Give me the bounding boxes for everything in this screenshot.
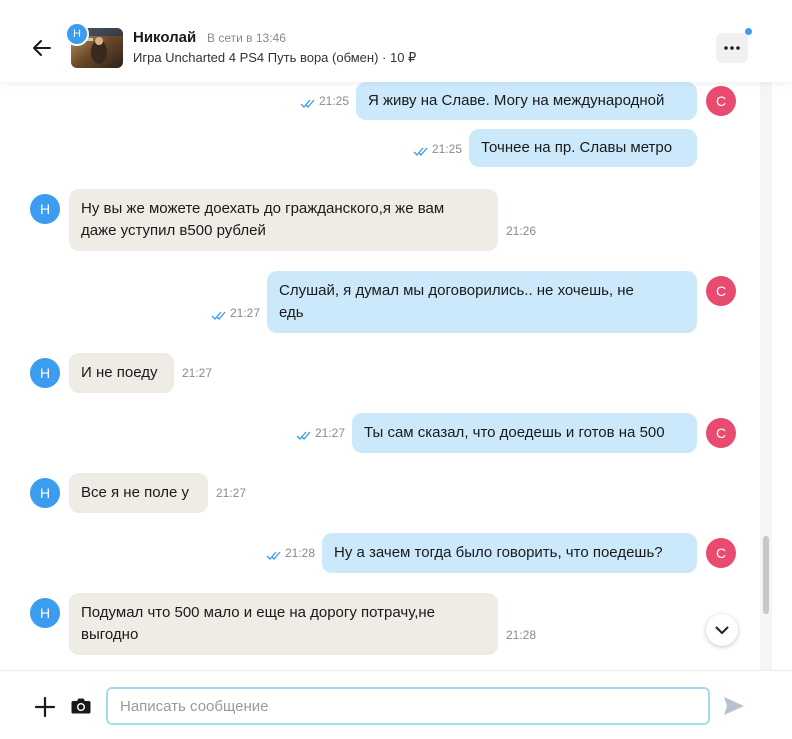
chat-header: Н Николай В сети в 13:46 Игра Uncharted … (0, 0, 792, 82)
message-text: Подумал что 500 мало и еще на дорогу пот… (81, 604, 436, 621)
message-time: 21:25 (432, 142, 463, 156)
message-text: Ты сам сказал, что доедешь и готов на 50… (364, 424, 665, 441)
seller-avatar: Н (65, 22, 89, 46)
message-bubble: Ну вы же можете доехать до гражданского,… (69, 189, 498, 251)
double-check-icon (211, 311, 226, 320)
message-text: Все я не поле у (81, 484, 189, 501)
scrollbar-thumb[interactable] (763, 536, 769, 614)
message-time: 21:27 (182, 366, 213, 380)
scroll-to-bottom-button[interactable] (706, 614, 738, 646)
chevron-down-icon (715, 626, 729, 634)
plus-icon (34, 696, 56, 718)
message-text: Я живу на Славе. Могу на международной (368, 92, 665, 109)
back-button[interactable] (28, 34, 56, 62)
message-bubble: Подумал что 500 мало и еще на дорогу пот… (69, 593, 498, 655)
more-options-button[interactable] (716, 33, 748, 63)
message-list[interactable]: 21:25 Я живу на Славе. Могу на междунаро… (0, 82, 760, 670)
message-time: 21:27 (216, 486, 247, 500)
message-text: Ну вы же можете доехать до гражданского,… (81, 200, 445, 217)
more-dots-icon (724, 46, 740, 50)
double-check-icon (300, 99, 315, 108)
message-bubble: Все я не поле у (69, 473, 208, 513)
message-time: 21:27 (315, 426, 346, 440)
message-text: едь (279, 304, 304, 321)
message-text: даже уступил в500 рублей (81, 222, 266, 239)
avatar: Н (30, 194, 60, 224)
message-bubble: Я живу на Славе. Могу на международной (356, 82, 697, 120)
message-time: 21:27 (230, 306, 261, 320)
avatar: Н (30, 358, 60, 388)
message-time: 21:28 (285, 546, 316, 560)
notification-dot (745, 28, 752, 35)
attach-button[interactable] (34, 696, 56, 718)
avatar: Н (30, 598, 60, 628)
double-check-icon (296, 431, 311, 440)
avatar: С (706, 276, 736, 306)
message-time: 21:26 (506, 224, 537, 238)
message-input[interactable] (106, 687, 710, 725)
double-check-icon (413, 147, 428, 156)
online-status: В сети в 13:46 (207, 31, 286, 45)
message-text: выгодно (81, 626, 139, 643)
message-bubble: И не поеду (69, 353, 174, 393)
arrow-left-icon (33, 40, 51, 56)
camera-button[interactable] (70, 695, 92, 717)
message-text: Слушай, я думал мы договорились.. не хоч… (279, 282, 634, 299)
message-time: 21:25 (319, 94, 350, 108)
avatar: Н (30, 478, 60, 508)
avatar: С (706, 418, 736, 448)
message-bubble: Слушай, я думал мы договорились.. не хоч… (267, 271, 697, 333)
message-time: 21:28 (506, 628, 537, 642)
avatar: С (706, 86, 736, 116)
message-text: И не поеду (81, 364, 158, 381)
message-bubble: Точнее на пр. Славы метро (469, 129, 697, 167)
send-button[interactable] (722, 695, 746, 717)
send-icon (724, 697, 744, 715)
message-text: Точнее на пр. Славы метро (481, 139, 673, 156)
avatar: С (706, 538, 736, 568)
message-bubble: Ну а зачем тогда было говорить, что поед… (322, 533, 697, 573)
listing-title[interactable]: Игра Uncharted 4 PS4 Путь вора (обмен) ·… (133, 50, 416, 66)
camera-icon (71, 698, 91, 714)
double-check-icon (266, 551, 281, 560)
contact-name[interactable]: Николай (133, 29, 196, 46)
message-text: Ну а зачем тогда было говорить, что поед… (334, 544, 663, 561)
message-bubble: Ты сам сказал, что доедешь и готов на 50… (352, 413, 697, 453)
